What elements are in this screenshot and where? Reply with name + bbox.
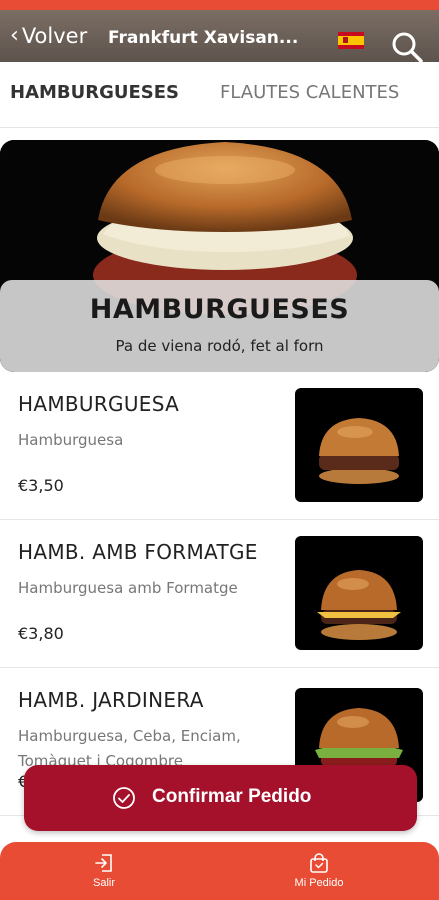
search-icon xyxy=(392,32,423,63)
shopping-bag-icon xyxy=(310,853,328,873)
top-bar: ‹ Volver Frankfurt Xavisan... xyxy=(0,0,439,64)
spain-flag-icon[interactable] xyxy=(338,32,364,49)
chevron-left-icon: ‹ xyxy=(10,23,19,48)
nav-salir-label: Salir xyxy=(92,877,115,889)
product-item-hamburguesa[interactable]: HAMBURGUESA Hamburguesa €3,50 xyxy=(0,372,439,520)
category-tabs: HAMBURGUESES FLAUTES CALENTES xyxy=(0,62,439,128)
confirm-order-label: Confirmar Pedido xyxy=(152,786,312,807)
logout-icon xyxy=(95,854,112,872)
product-name: HAMB. AMB FORMATGE xyxy=(18,540,258,564)
product-price: €3,80 xyxy=(18,624,64,643)
hero-subtitle: Pa de viena rodó, fet al forn xyxy=(115,337,324,355)
nav-mi-pedido[interactable]: Mi Pedido xyxy=(279,852,359,889)
confirm-order-button[interactable]: Confirmar Pedido xyxy=(24,765,417,831)
product-price: €3,50 xyxy=(18,476,64,495)
product-item-hamb-amb-formatge[interactable]: HAMB. AMB FORMATGE Hamburguesa amb Forma… xyxy=(0,520,439,668)
hero-title: HAMBURGUESES xyxy=(89,294,350,325)
product-image xyxy=(295,388,423,502)
nav-salir[interactable]: Salir xyxy=(64,852,144,889)
product-name: HAMBURGUESA xyxy=(18,392,180,416)
tab-flautes-calentes[interactable]: FLAUTES CALENTES xyxy=(220,82,399,103)
product-description: Hamburguesa xyxy=(18,431,124,449)
back-label: Volver xyxy=(21,24,88,48)
nav-mi-pedido-label: Mi Pedido xyxy=(294,877,344,889)
category-hero-banner: HAMBURGUESES Pa de viena rodó, fet al fo… xyxy=(0,140,439,372)
back-button[interactable]: ‹ Volver xyxy=(10,24,87,48)
hero-caption: HAMBURGUESES Pa de viena rodó, fet al fo… xyxy=(0,280,439,372)
check-circle-icon xyxy=(113,787,135,809)
tab-hamburgueses[interactable]: HAMBURGUESES xyxy=(10,82,179,103)
product-image xyxy=(295,536,423,650)
product-name: HAMB. JARDINERA xyxy=(18,688,204,712)
store-title: Frankfurt Xavisan... xyxy=(108,28,299,48)
search-button[interactable] xyxy=(390,30,424,64)
bottom-nav: Salir Mi Pedido xyxy=(0,842,439,900)
product-description: Hamburguesa amb Formatge xyxy=(18,579,238,597)
